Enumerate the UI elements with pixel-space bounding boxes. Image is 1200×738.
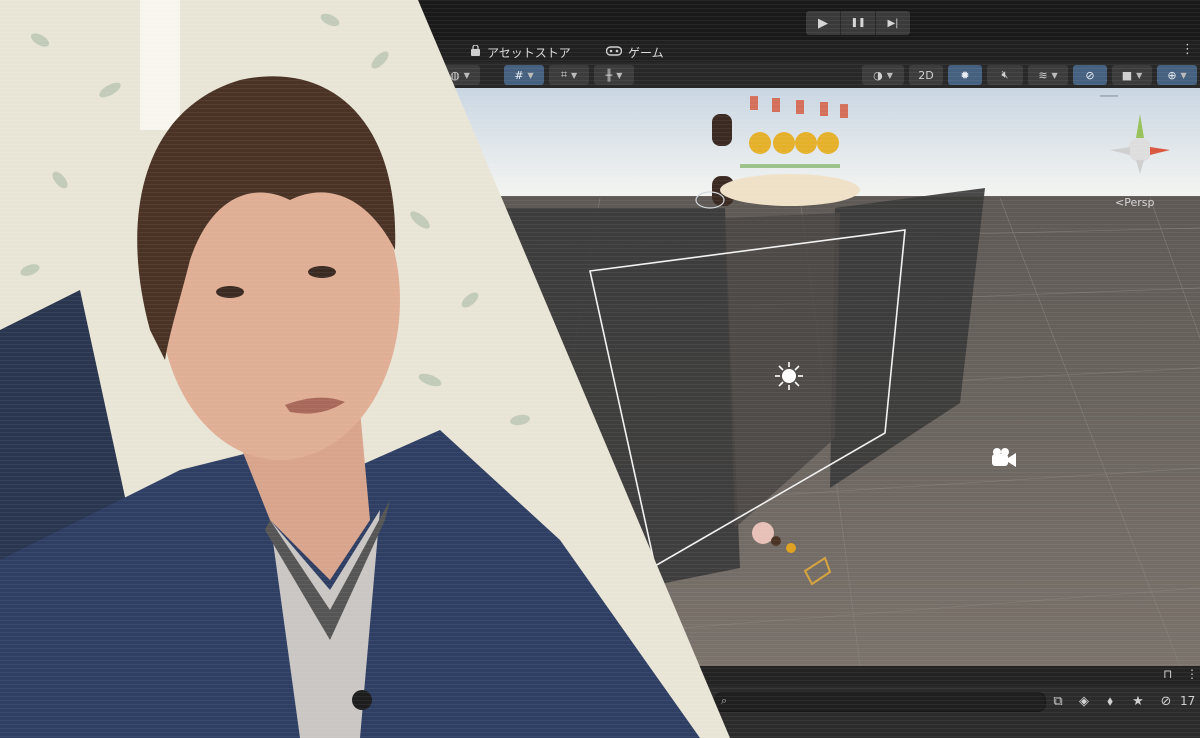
increment-snap-button[interactable]: ⌗ ▼ (549, 65, 589, 85)
shapes-filter-icon[interactable]: ◈ (1074, 691, 1094, 711)
grid-snap-icon: ⌗ (560, 68, 568, 81)
chevron-down-icon: ▼ (886, 70, 893, 80)
draw-mode-dropdown[interactable]: ◑ ▼ (862, 65, 904, 85)
eye-off-icon: ⊘ (1085, 68, 1095, 82)
eye-off-icon[interactable]: ⊘ (1156, 691, 1176, 711)
layers-icon: ≋ (1038, 68, 1048, 82)
tab-asset-store[interactable]: アセットストア (470, 42, 571, 62)
kebab-menu-icon[interactable]: ⋮ (1186, 667, 1198, 681)
chevron-down-icon: ▼ (571, 70, 578, 80)
pause-button[interactable]: ❚❚ (841, 11, 876, 35)
chevron-down-icon: ▼ (1136, 70, 1143, 80)
gizmo-icon: ⊕ (1167, 68, 1177, 82)
hidden-count: 17 (1180, 694, 1196, 708)
pause-icon: ❚❚ (850, 18, 866, 28)
shading-icon: ◑ (873, 68, 883, 82)
step-icon: ▶| (887, 17, 899, 29)
chevron-down-icon: ▼ (527, 70, 534, 80)
visibility-toggle[interactable]: ⊘ (1073, 65, 1107, 85)
2d-label: 2D (918, 68, 934, 82)
kebab-menu-icon[interactable]: ⋮ (1181, 42, 1194, 57)
lighting-toggle[interactable]: ✹ (948, 65, 982, 85)
audio-toggle[interactable]: 🔇︎ (987, 65, 1023, 85)
effects-dropdown[interactable]: ≋ ▼ (1028, 65, 1068, 85)
chevron-down-icon: ▼ (1180, 70, 1187, 80)
lightbulb-icon: ✹ (960, 68, 970, 82)
bag-icon (470, 43, 481, 60)
directional-light-icon[interactable] (775, 362, 803, 390)
grid-snap-button[interactable]: # ▼ (504, 65, 544, 85)
lock-icon[interactable]: ⊓ (1163, 667, 1172, 681)
tab-label: アセットストア (487, 45, 571, 60)
ruler-icon: ╫ (605, 68, 613, 82)
playmode-controls: ▶ ❚❚ ▶| (806, 11, 910, 35)
tab-game[interactable]: ゲーム (605, 42, 664, 62)
step-button[interactable]: ▶| (876, 11, 910, 35)
tag-icon[interactable]: ⬧ (1100, 691, 1120, 711)
play-button[interactable]: ▶ (806, 11, 841, 35)
scene-filter-icon[interactable]: ⧉ (1048, 691, 1068, 711)
camera-icon: ■ (1121, 68, 1133, 82)
star-icon[interactable]: ★ (1128, 691, 1148, 711)
chevron-down-icon: ▼ (463, 70, 470, 80)
tab-label: ゲーム (628, 45, 664, 60)
hierarchy-search[interactable]: ⌕ (714, 692, 1046, 712)
play-icon: ▶ (818, 15, 828, 31)
chevron-down-icon: ▼ (1051, 70, 1058, 80)
grid-icon: # (514, 68, 524, 82)
toggle-2d-button[interactable]: 2D (909, 65, 943, 85)
chevron-down-icon: ▼ (616, 70, 623, 80)
search-icon: ⌕ (721, 694, 728, 707)
mute-icon: 🔇︎ (1001, 68, 1009, 81)
gamepad-icon (605, 45, 623, 59)
ruler-button[interactable]: ╫ ▼ (594, 65, 634, 85)
gizmos-dropdown[interactable]: ⊕ ▼ (1157, 65, 1197, 85)
camera-dropdown[interactable]: ■ ▼ (1112, 65, 1152, 85)
perspective-label[interactable]: <Persp (1115, 196, 1154, 209)
search-input[interactable] (737, 694, 1041, 710)
